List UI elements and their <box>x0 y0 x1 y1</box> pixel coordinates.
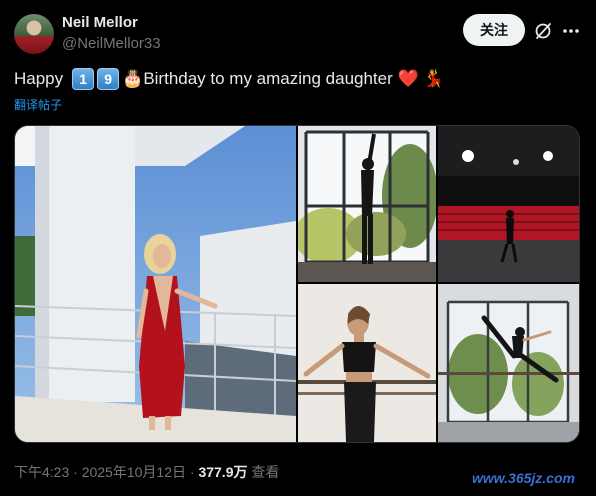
dancer-icon: 💃 <box>422 69 445 88</box>
keycap-nine: 9 <box>97 68 120 90</box>
translate-post-link[interactable]: 翻译帖子 <box>14 96 62 113</box>
photo-theater-stage[interactable] <box>438 126 579 282</box>
photo-balcony[interactable] <box>15 126 296 442</box>
heart-icon: ❤️ <box>397 69 419 88</box>
keycap-one: 1 <box>72 68 95 90</box>
follow-button[interactable]: 关注 <box>463 14 525 46</box>
photo-ballet-barre[interactable] <box>298 284 436 442</box>
tweet-text-before: Happy <box>14 69 64 88</box>
more-icon[interactable] <box>561 21 581 41</box>
cake-icon: 🎂 <box>122 69 144 88</box>
tweet-text-after: Birthday to my amazing daughter <box>143 69 393 88</box>
views-count: 377.9万 <box>198 464 248 480</box>
tweet-text: Happy 1 9 🎂 Birthday to my amazing daugh… <box>14 68 444 90</box>
views-label: 查看 <box>247 464 280 480</box>
post-time[interactable]: 下午4:23 <box>14 464 69 480</box>
grok-icon[interactable] <box>533 21 553 41</box>
media-grid <box>14 125 580 443</box>
display-name[interactable]: Neil Mellor <box>62 14 138 31</box>
watermark-logo: www.365jz.com <box>472 470 575 486</box>
photo-window-silhouette[interactable] <box>298 126 436 282</box>
avatar[interactable] <box>14 14 54 54</box>
user-handle[interactable]: @NeilMellor33 <box>62 35 161 52</box>
photo-leap-window[interactable] <box>438 284 579 442</box>
post-date[interactable]: 2025年10月12日 <box>82 464 186 480</box>
post-meta: 下午4:23 · 2025年10月12日 · 377.9万 查看 <box>14 462 279 482</box>
meta-separator-2: · <box>186 464 199 480</box>
meta-separator: · <box>69 464 82 480</box>
